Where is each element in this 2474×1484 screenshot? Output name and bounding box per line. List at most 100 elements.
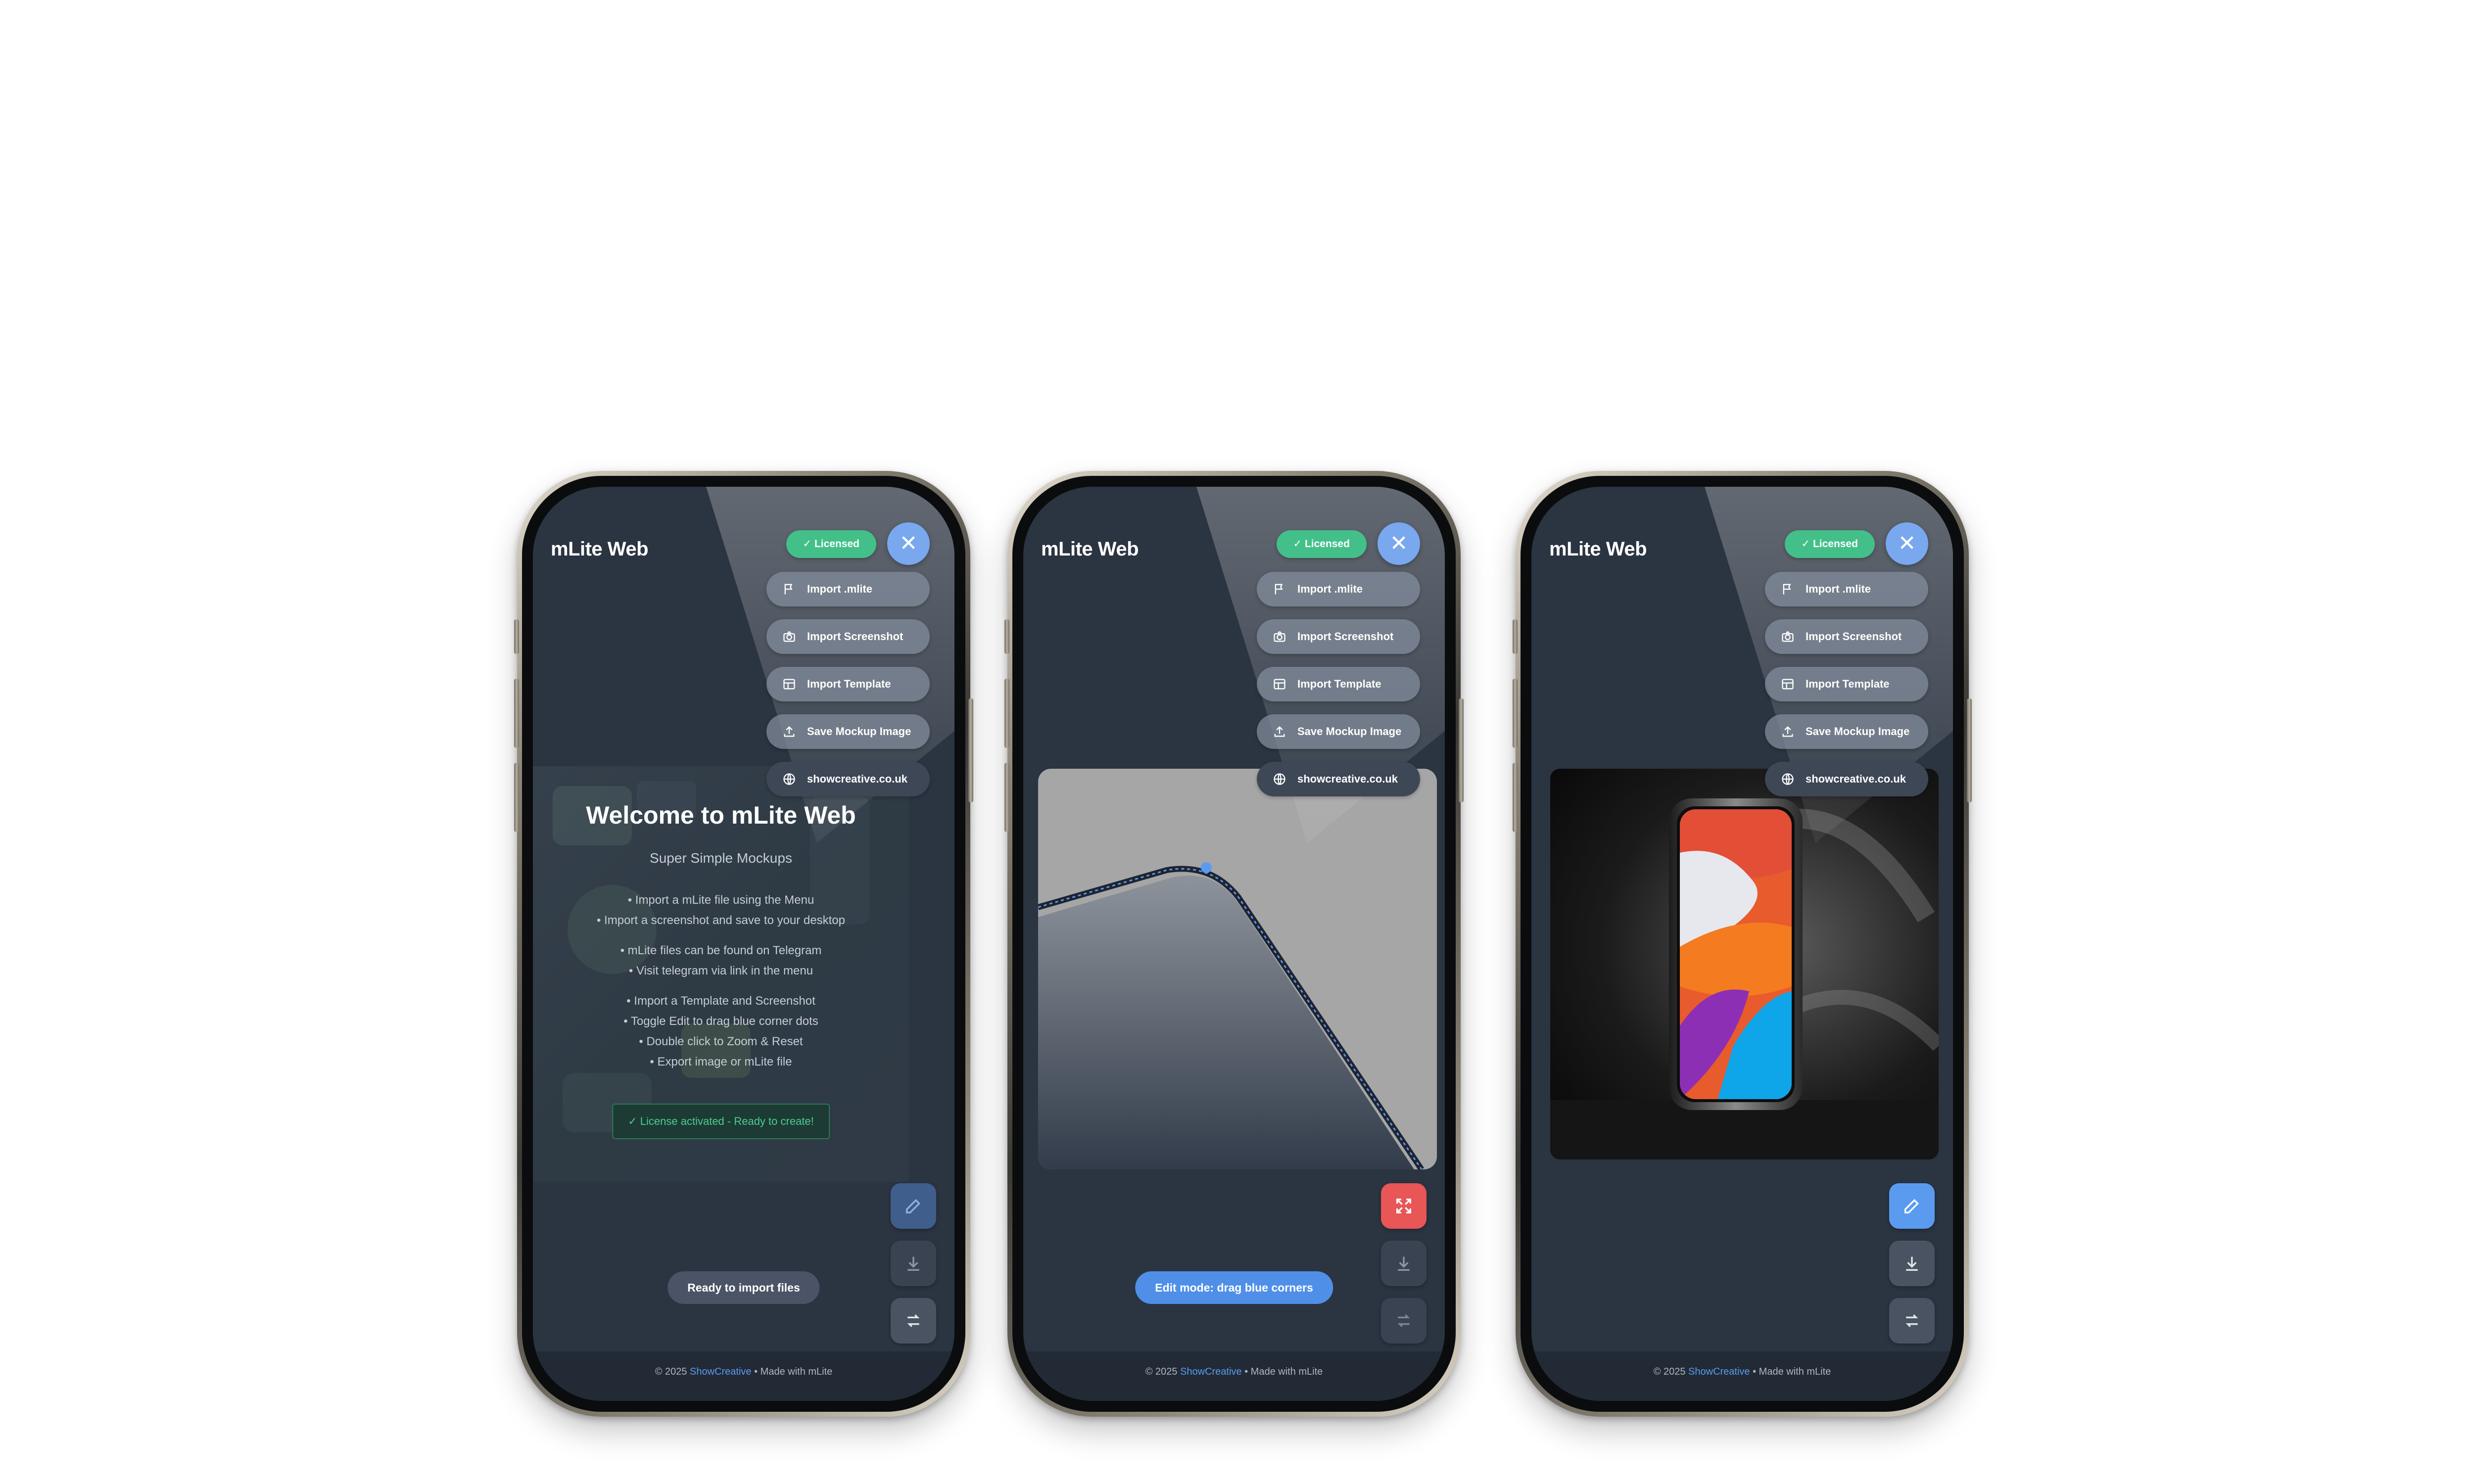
footer-brand-link[interactable]: ShowCreative <box>1180 1366 1242 1377</box>
menu-item-import-screenshot[interactable]: Import Screenshot <box>766 619 930 654</box>
close-icon: ✕ <box>899 531 918 556</box>
close-icon: ✕ <box>1898 531 1916 556</box>
template-icon <box>1274 679 1285 690</box>
template-icon <box>1782 679 1794 690</box>
camera-icon <box>783 631 795 642</box>
menu-item-label: showcreative.co.uk <box>1806 773 1906 785</box>
footer-brand-link[interactable]: ShowCreative <box>1688 1366 1750 1377</box>
download-button[interactable] <box>1889 1241 1935 1286</box>
camera-icon <box>1782 631 1794 642</box>
download-icon <box>907 1256 919 1271</box>
mockup-render-image <box>1550 798 1939 1159</box>
phone-frame-3: mLite Web ✓ Licensed ✕ Import .mlite Imp… <box>1513 471 1972 1417</box>
menu-item-import-mlite[interactable]: Import .mlite <box>1257 572 1420 606</box>
menu-item-label: showcreative.co.uk <box>1297 773 1398 785</box>
pencil-icon <box>906 1199 921 1213</box>
flag-icon <box>1783 584 1791 595</box>
corner-handle[interactable] <box>1201 862 1212 873</box>
tip-line: • Visit telegram via link in the menu <box>628 964 813 977</box>
welcome-panel: Welcome to mLite Web Super Simple Mockup… <box>533 766 909 1182</box>
flag-icon <box>784 584 793 595</box>
upload-icon <box>1782 726 1793 737</box>
menu-item-import-template[interactable]: Import Template <box>1765 667 1928 701</box>
footer-copyright: © 2025 <box>655 1366 690 1377</box>
menu-item-import-mlite[interactable]: Import .mlite <box>1765 572 1928 606</box>
tip-line: • Toggle Edit to drag blue corner dots <box>623 1015 818 1028</box>
upload-icon <box>784 726 795 737</box>
template-icon <box>783 679 795 690</box>
footer-suffix: • Made with mLite <box>1750 1366 1831 1377</box>
fullscreen-button[interactable] <box>1381 1183 1427 1229</box>
footer-brand-link[interactable]: ShowCreative <box>690 1366 752 1377</box>
mockup-edit-canvas[interactable] <box>1038 769 1437 1169</box>
menu-item-website[interactable]: showcreative.co.uk <box>1257 762 1420 796</box>
menu-item-label: Import Template <box>1297 678 1381 690</box>
upload-icon <box>1274 726 1285 737</box>
rotate-button[interactable] <box>1381 1298 1427 1344</box>
menu-item-import-template[interactable]: Import Template <box>1257 667 1420 701</box>
tip-line: • Import a screenshot and save to your d… <box>596 914 845 927</box>
menu-item-website[interactable]: showcreative.co.uk <box>766 762 930 796</box>
app-title: mLite Web <box>1549 538 1647 560</box>
download-icon <box>1906 1256 1918 1271</box>
footer-suffix: • Made with mLite <box>751 1366 833 1377</box>
download-button[interactable] <box>1381 1241 1427 1286</box>
tip-line: • mLite files can be found on Telegram <box>620 944 822 957</box>
footer: © 2025 ShowCreative • Made with mLite <box>533 1351 954 1401</box>
tip-line: • Export image or mLite file <box>650 1055 792 1068</box>
fullscreen-icon <box>1396 1199 1411 1213</box>
status-pill: Ready to import files <box>667 1271 820 1304</box>
menu-item-save-mockup[interactable]: Save Mockup Image <box>1765 714 1928 749</box>
app-screen-2: mLite Web ✓ Licensed ✕ Import .mlite Imp… <box>1023 487 1445 1401</box>
download-button[interactable] <box>891 1241 936 1286</box>
app-title: mLite Web <box>551 538 649 560</box>
menu-item-import-template[interactable]: Import Template <box>766 667 930 701</box>
edit-toggle-button[interactable] <box>891 1183 936 1229</box>
edit-toggle-button[interactable] <box>1889 1183 1935 1229</box>
welcome-subtitle: Super Simple Mockups <box>650 850 792 866</box>
flag-icon <box>1275 584 1283 595</box>
globe-icon <box>1782 773 1794 785</box>
menu-item-label: Import Screenshot <box>1297 630 1394 643</box>
footer: © 2025 ShowCreative • Made with mLite <box>1023 1351 1445 1401</box>
app-screen-3: mLite Web ✓ Licensed ✕ Import .mlite Imp… <box>1531 487 1953 1401</box>
close-menu-button[interactable]: ✕ <box>1378 522 1420 565</box>
main-menu: Import .mlite Import Screenshot Import T… <box>1765 572 1928 809</box>
globe-icon <box>1274 773 1285 785</box>
rotate-button[interactable] <box>1889 1298 1935 1344</box>
phone-frame-2: mLite Web ✓ Licensed ✕ Import .mlite Imp… <box>1004 471 1464 1417</box>
menu-item-label: Import Screenshot <box>807 630 904 643</box>
menu-item-label: Save Mockup Image <box>1806 725 1910 738</box>
footer-suffix: • Made with mLite <box>1241 1366 1323 1377</box>
close-menu-button[interactable]: ✕ <box>887 522 930 565</box>
rotate-icon <box>1397 1314 1410 1327</box>
menu-item-save-mockup[interactable]: Save Mockup Image <box>1257 714 1420 749</box>
footer-copyright: © 2025 <box>1145 1366 1181 1377</box>
menu-item-label: Import Template <box>1806 678 1890 690</box>
licensed-badge: ✓ Licensed <box>786 530 876 558</box>
camera-icon <box>1274 631 1285 642</box>
rotate-icon <box>907 1314 920 1327</box>
tip-line: • Import a mLite file using the Menu <box>627 893 814 907</box>
menu-item-website[interactable]: showcreative.co.uk <box>1765 762 1928 796</box>
tip-line: • Double click to Zoom & Reset <box>639 1035 803 1048</box>
status-pill: Edit mode: drag blue corners <box>1135 1271 1333 1304</box>
close-menu-button[interactable]: ✕ <box>1886 522 1928 565</box>
close-icon: ✕ <box>1389 531 1408 556</box>
main-menu: Import .mlite Import Screenshot Import T… <box>1257 572 1420 809</box>
menu-item-import-screenshot[interactable]: Import Screenshot <box>1257 619 1420 654</box>
menu-item-label: Import .mlite <box>807 583 873 595</box>
footer-copyright: © 2025 <box>1653 1366 1689 1377</box>
rotate-button[interactable] <box>891 1298 936 1344</box>
rotate-icon <box>1905 1314 1918 1327</box>
phone-frame-1: Welcome to mLite Web Super Simple Mockup… <box>514 471 973 1417</box>
mockup-preview <box>1550 769 1939 1159</box>
tip-line: • Import a Template and Screenshot <box>626 994 815 1008</box>
license-status-box: ✓ License activated - Ready to create! <box>612 1104 830 1139</box>
menu-item-label: Import Template <box>807 678 891 690</box>
globe-icon <box>783 773 795 785</box>
menu-item-import-mlite[interactable]: Import .mlite <box>766 572 930 606</box>
main-menu: Import .mlite Import Screenshot Import T… <box>766 572 930 809</box>
menu-item-save-mockup[interactable]: Save Mockup Image <box>766 714 930 749</box>
menu-item-import-screenshot[interactable]: Import Screenshot <box>1765 619 1928 654</box>
